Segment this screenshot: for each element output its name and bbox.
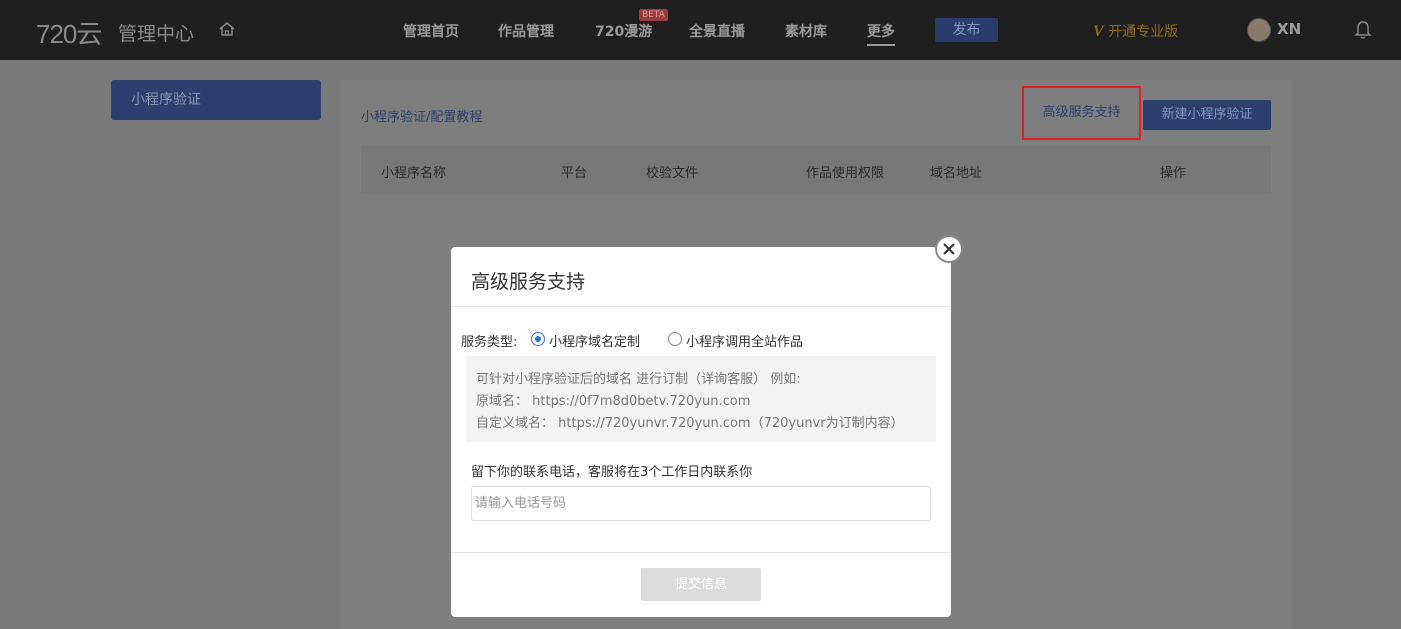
radio-site-works-label[interactable]: 小程序调用全站作品 — [686, 331, 803, 350]
advanced-service-dialog: 高级服务支持 服务类型: 小程序域名定制 小程序调用全站作品 可针对小程序验证后… — [451, 247, 951, 617]
username[interactable]: XN — [1277, 20, 1301, 38]
nav-assets[interactable]: 素材库 — [785, 21, 827, 41]
info-line: 原域名： https://0f7m8d0betv.720yun.com — [476, 394, 751, 409]
column-name: 小程序名称 — [381, 166, 447, 181]
home-icon[interactable] — [218, 20, 236, 38]
publish-button[interactable]: 发布 — [935, 18, 998, 42]
info-box: 可针对小程序验证后的域名 进行订制（详询客服） 例如: 原域名： https:/… — [466, 356, 936, 442]
phone-input[interactable] — [471, 486, 931, 521]
column-verify-file: 校验文件 — [646, 166, 699, 181]
upgrade-pro-label: 开通专业版 — [1108, 24, 1179, 40]
phone-label: 留下你的联系电话，客服将在3个工作日内联系你 — [471, 465, 753, 480]
breadcrumb[interactable]: 小程序验证/配置教程 — [361, 106, 482, 125]
nav-home[interactable]: 管理首页 — [403, 21, 459, 41]
radio-domain-custom[interactable] — [531, 332, 545, 346]
info-line: 自定义域名： https://720yunvr.720yun.com（720yu… — [476, 416, 904, 431]
divider — [451, 552, 951, 553]
nav-tour[interactable]: 720漫游 — [595, 21, 652, 41]
dialog-title: 高级服务支持 — [471, 271, 586, 293]
close-icon — [943, 243, 955, 255]
divider — [451, 306, 951, 307]
radio-domain-custom-label[interactable]: 小程序域名定制 — [549, 331, 640, 350]
sidebar-item-miniprogram-verify[interactable]: 小程序验证 — [111, 80, 321, 120]
nav-live[interactable]: 全景直播 — [689, 21, 745, 41]
advanced-service-button[interactable]: 高级服务支持 — [1022, 86, 1141, 140]
service-type-label: 服务类型: — [461, 335, 518, 350]
column-permission: 作品使用权限 — [806, 166, 885, 181]
info-line: 可针对小程序验证后的域名 进行订制（详询客服） 例如: — [476, 372, 801, 387]
avatar[interactable] — [1247, 18, 1271, 42]
nav-works[interactable]: 作品管理 — [498, 21, 554, 41]
dialog-close-button[interactable] — [935, 235, 963, 263]
page-title: 管理中心 — [118, 23, 195, 45]
bell-icon[interactable] — [1354, 20, 1372, 40]
new-verify-button[interactable]: 新建小程序验证 — [1143, 100, 1271, 130]
submit-button[interactable]: 提交信息 — [641, 568, 761, 601]
column-platform: 平台 — [561, 166, 588, 181]
logo[interactable]: 720云 — [36, 14, 102, 51]
column-domain: 域名地址 — [930, 166, 983, 181]
nav-more[interactable]: 更多 — [867, 21, 895, 46]
vip-mark: V — [1093, 23, 1104, 40]
radio-site-works[interactable] — [668, 332, 682, 346]
upgrade-pro-link[interactable]: V 开通专业版 — [1093, 21, 1178, 41]
beta-badge: BETA — [639, 9, 668, 21]
column-actions: 操作 — [1160, 166, 1187, 181]
top-navigation-bar: 720云 管理中心 管理首页 作品管理 720漫游 BETA 全景直播 素材库 … — [0, 0, 1401, 60]
